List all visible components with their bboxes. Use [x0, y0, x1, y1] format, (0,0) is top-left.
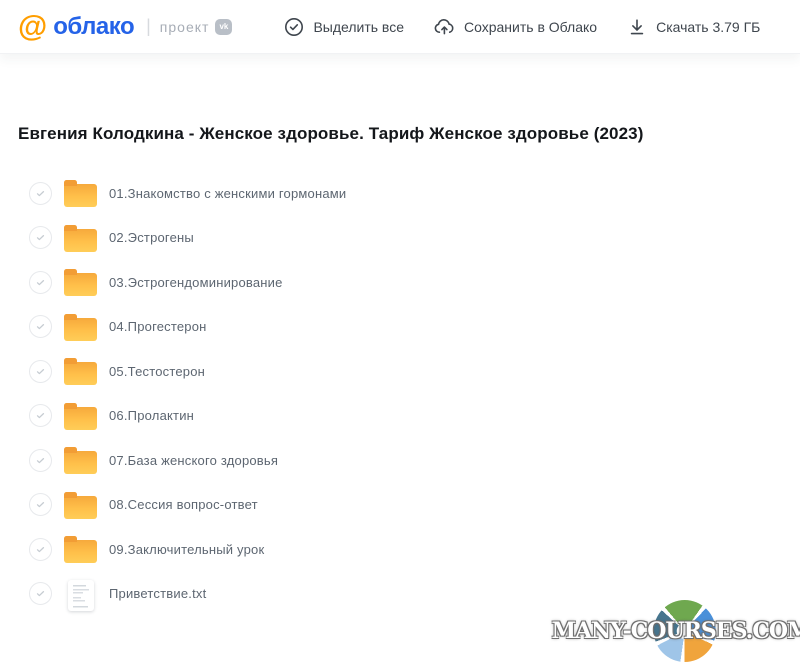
folder-icon	[64, 273, 97, 296]
row-checkbox[interactable]	[29, 360, 52, 383]
header: @ облако | проект vk Выделить все Сохран…	[0, 0, 800, 54]
item-label[interactable]: 01.Знакомство с женскими гормонами	[109, 186, 346, 201]
select-all-label: Выделить все	[313, 19, 404, 35]
item-icon-slot	[64, 221, 97, 255]
row-checkbox[interactable]	[29, 226, 52, 249]
item-label[interactable]: 02.Эстрогены	[109, 230, 194, 245]
check-icon	[34, 187, 47, 200]
row-checkbox[interactable]	[29, 493, 52, 516]
file-row[interactable]: 03.Эстрогендоминирование	[18, 260, 782, 305]
circle-check-icon	[284, 17, 304, 37]
check-icon	[34, 365, 47, 378]
item-icon-slot	[64, 399, 97, 433]
item-label[interactable]: 05.Тестостерон	[109, 364, 205, 379]
file-row[interactable]: 01.Знакомство с женскими гормонами	[18, 171, 782, 216]
file-row[interactable]: 06.Пролактин	[18, 394, 782, 439]
file-row[interactable]: 04.Прогестерон	[18, 305, 782, 350]
save-to-cloud-label: Сохранить в Облако	[464, 19, 597, 35]
file-row[interactable]: Приветствие.txt	[18, 572, 782, 617]
folder-icon	[64, 407, 97, 430]
folder-icon	[64, 540, 97, 563]
item-icon-slot	[64, 443, 97, 477]
check-icon	[34, 320, 47, 333]
row-checkbox[interactable]	[29, 182, 52, 205]
row-checkbox[interactable]	[29, 538, 52, 561]
check-icon	[34, 587, 47, 600]
brand-name: облако	[53, 13, 134, 41]
file-list: 01.Знакомство с женскими гормонами 02.Эс…	[18, 171, 782, 616]
folder-icon	[64, 318, 97, 341]
page-title: Евгения Колодкина - Женское здоровье. Та…	[18, 124, 782, 144]
item-icon-slot	[64, 577, 97, 611]
check-icon	[34, 454, 47, 467]
logo-divider: |	[146, 16, 151, 37]
row-checkbox[interactable]	[29, 582, 52, 605]
folder-icon	[64, 229, 97, 252]
item-label[interactable]: 03.Эстрогендоминирование	[109, 275, 283, 290]
item-label[interactable]: 06.Пролактин	[109, 408, 194, 423]
mailru-at-icon: @	[18, 12, 47, 42]
file-row[interactable]: 07.База женского здоровья	[18, 438, 782, 483]
item-label[interactable]: Приветствие.txt	[109, 586, 206, 601]
item-label[interactable]: 04.Прогестерон	[109, 319, 207, 334]
item-icon-slot	[64, 310, 97, 344]
select-all-button[interactable]: Выделить все	[284, 17, 404, 37]
cloud-mailru-logo[interactable]: @ облако | проект vk	[18, 12, 232, 42]
row-checkbox[interactable]	[29, 404, 52, 427]
row-checkbox[interactable]	[29, 315, 52, 338]
cloud-upload-icon	[434, 17, 455, 37]
folder-icon	[64, 496, 97, 519]
folder-icon	[64, 362, 97, 385]
check-icon	[34, 276, 47, 289]
download-icon	[627, 17, 647, 37]
header-actions: Выделить все Сохранить в Облако Скачать …	[284, 17, 760, 37]
item-icon-slot	[64, 488, 97, 522]
folder-icon	[64, 184, 97, 207]
download-button[interactable]: Скачать 3.79 ГБ	[627, 17, 760, 37]
watermark-text: MANY-COURSES.COM	[552, 618, 800, 644]
item-label[interactable]: 09.Заключительный урок	[109, 542, 264, 557]
file-row[interactable]: 09.Заключительный урок	[18, 527, 782, 572]
save-to-cloud-button[interactable]: Сохранить в Облако	[434, 17, 597, 37]
check-icon	[34, 498, 47, 511]
check-icon	[34, 409, 47, 422]
row-checkbox[interactable]	[29, 271, 52, 294]
download-label: Скачать 3.79 ГБ	[656, 19, 760, 35]
item-label[interactable]: 08.Сессия вопрос-ответ	[109, 497, 258, 512]
check-icon	[34, 543, 47, 556]
item-icon-slot	[64, 532, 97, 566]
file-row[interactable]: 02.Эстрогены	[18, 216, 782, 261]
project-label: проект	[160, 19, 210, 35]
vk-badge-icon: vk	[215, 19, 232, 35]
main-content: Евгения Колодкина - Женское здоровье. Та…	[0, 124, 800, 616]
item-icon-slot	[64, 265, 97, 299]
item-label[interactable]: 07.База женского здоровья	[109, 453, 278, 468]
item-icon-slot	[64, 176, 97, 210]
row-checkbox[interactable]	[29, 449, 52, 472]
check-icon	[34, 231, 47, 244]
text-file-icon	[68, 580, 94, 611]
file-row[interactable]: 05.Тестостерон	[18, 349, 782, 394]
item-icon-slot	[64, 354, 97, 388]
file-row[interactable]: 08.Сессия вопрос-ответ	[18, 483, 782, 528]
folder-icon	[64, 451, 97, 474]
